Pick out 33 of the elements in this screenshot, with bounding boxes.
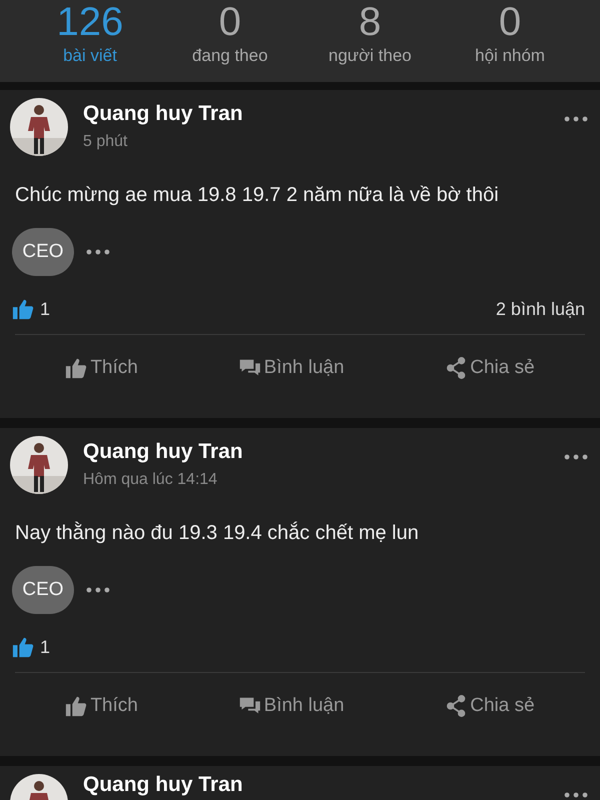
post-time: 5 phút: [83, 133, 128, 151]
thumbs-up-icon: [65, 695, 88, 717]
thumbs-up-icon: [12, 298, 34, 320]
more-options-icon[interactable]: [564, 116, 588, 122]
thumbs-up-icon: [12, 636, 34, 658]
stat-tab[interactable]: 0 đang theo: [160, 0, 300, 82]
author-name[interactable]: Quang huy Tran: [83, 774, 243, 795]
like-button[interactable]: Thích: [57, 689, 146, 723]
more-icon[interactable]: [86, 249, 110, 255]
stat-tab[interactable]: 126 bài viết: [20, 0, 160, 82]
comment-count[interactable]: 2 bình luận: [496, 298, 585, 320]
stat-tab[interactable]: 0 hội nhóm: [440, 0, 580, 82]
like-count: 1: [40, 298, 50, 320]
thumbs-up-icon: [65, 357, 88, 379]
share-button[interactable]: Chia sẻ: [437, 351, 543, 385]
comment-button[interactable]: Bình luận: [230, 351, 352, 385]
role-badge: CEO: [12, 228, 74, 276]
share-icon: [445, 695, 468, 717]
like-count: 1: [40, 636, 50, 658]
author-name[interactable]: Quang huy Tran: [83, 440, 243, 464]
author-name[interactable]: Quang huy Tran: [83, 102, 243, 126]
role-badge: CEO: [12, 566, 74, 614]
more-icon[interactable]: [86, 587, 110, 593]
share-button[interactable]: Chia sẻ: [437, 689, 543, 723]
post-text: Nay thằng nào đu 19.3 19.4 chắc chết mẹ lun: [15, 522, 420, 545]
post-text: Chúc mừng ae mua 19.8 19.7 2 năm nữa là về bờ thôi: [15, 184, 500, 207]
post-time: Hôm qua lúc 14:14: [83, 471, 218, 489]
more-options-icon[interactable]: [564, 454, 588, 460]
stat-tab[interactable]: 8 người theo: [300, 0, 440, 82]
like-button[interactable]: Thích: [57, 351, 146, 385]
comment-button[interactable]: Bình luận: [230, 689, 352, 723]
more-options-icon[interactable]: [564, 792, 588, 798]
share-icon: [445, 357, 468, 379]
